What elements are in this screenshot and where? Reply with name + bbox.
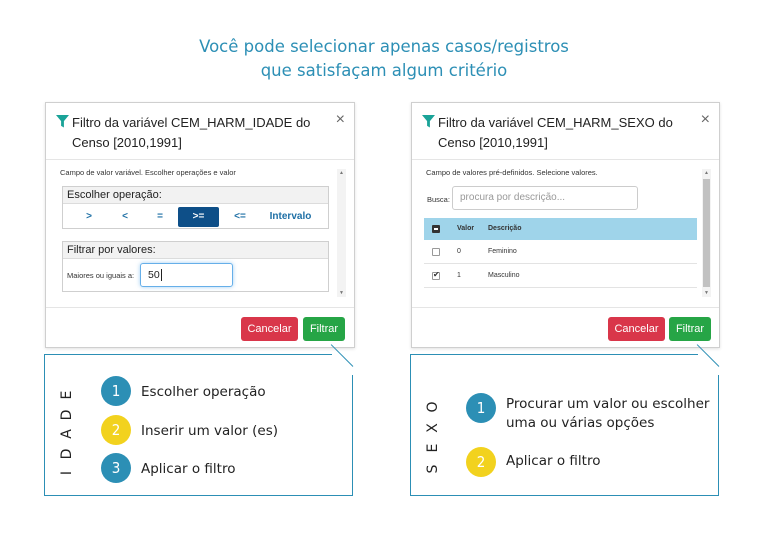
row-descricao: Masculino — [488, 272, 520, 279]
step-text-line-1: Procurar um valor ou escolher — [506, 396, 710, 412]
close-icon[interactable]: × — [336, 112, 345, 128]
headline-line-1: Você pode selecionar apenas casos/regist… — [199, 37, 569, 56]
side-label-letter: E — [59, 390, 75, 400]
op-less-equal-button[interactable]: <= — [226, 207, 254, 227]
op-interval-button[interactable]: Intervalo — [263, 207, 318, 227]
side-label-letter: E — [425, 443, 441, 453]
step-text-line-2: uma ou várias opções — [506, 415, 655, 431]
filter-button[interactable]: Filtrar — [669, 317, 711, 341]
dialog-title-text: Filtro da variável CEM_HARM_IDADE do Cen… — [72, 115, 311, 150]
column-header-valor: Valor — [457, 225, 475, 232]
search-label: Busca: — [427, 195, 450, 204]
scroll-up-icon[interactable]: ▲ — [702, 169, 711, 177]
step-number: 1 — [101, 376, 131, 406]
dialog-title: Filtro da variável CEM_HARM_SEXO do Cens… — [422, 113, 692, 153]
step-text: Aplicar o filtro — [141, 461, 236, 477]
side-label-letter: X — [425, 422, 441, 433]
dialog-title: Filtro da variável CEM_HARM_IDADE do Cen… — [56, 113, 326, 153]
dialog-hint: Campo de valor variável. Escolher operaç… — [60, 168, 236, 177]
scroll-down-icon[interactable]: ▼ — [702, 289, 711, 297]
dialog-hint: Campo de valores pré-definidos. Selecion… — [426, 168, 598, 177]
scroll-down-icon[interactable]: ▼ — [337, 289, 346, 297]
scroll-up-icon[interactable]: ▲ — [337, 169, 346, 177]
idade-filter-dialog: Filtro da variável CEM_HARM_IDADE do Cen… — [45, 102, 355, 348]
column-header-descricao: Descrição — [488, 225, 522, 232]
footer-divider — [46, 307, 354, 308]
scrollbar-thumb[interactable] — [703, 179, 710, 287]
close-icon[interactable]: × — [701, 112, 710, 128]
step-number: 3 — [101, 453, 131, 483]
step-text: Inserir um valor (es) — [141, 423, 279, 439]
value-input[interactable]: 50 — [140, 263, 233, 287]
scrollbar[interactable]: ▲ ▼ — [702, 169, 711, 297]
values-table: Valor Descrição 0 Feminino 1 Masculino — [424, 218, 697, 288]
sexo-filter-dialog: Filtro da variável CEM_HARM_SEXO do Cens… — [411, 102, 720, 348]
cancel-button[interactable]: Cancelar — [608, 317, 665, 341]
side-label-letter: D — [59, 448, 75, 459]
side-label-letter: D — [59, 409, 75, 420]
value-input-text: 50 — [148, 269, 160, 281]
idade-steps-callout: IDADE 1 Escolher operação 2 Inserir um v… — [44, 344, 354, 496]
step-text: Escolher operação — [141, 384, 266, 400]
dialog-body: Campo de valores pré-definidos. Selecion… — [424, 165, 698, 301]
step-number: 2 — [466, 447, 496, 477]
row-checkbox-checked[interactable] — [432, 270, 440, 280]
title-divider — [412, 159, 719, 160]
filter-funnel-icon — [56, 115, 69, 128]
step-number: 2 — [101, 415, 131, 445]
headline-line-2: que satisfaçam algum critério — [260, 61, 508, 80]
operation-buttons: > < = >= <= Intervalo — [63, 204, 328, 228]
row-descricao: Feminino — [488, 248, 517, 255]
row-valor: 1 — [457, 272, 461, 279]
sexo-steps-callout: S EXO 1 Procurar um valor ou escolher uma… — [410, 344, 720, 496]
table-header: Valor Descrição — [424, 218, 697, 240]
op-equal-button[interactable]: = — [148, 207, 172, 227]
operation-panel-header: Escolher operação: — [63, 187, 328, 204]
table-row[interactable]: 1 Masculino — [424, 264, 697, 288]
idade-side-label: IDADE — [47, 385, 87, 505]
dialog-body: Campo de valor variável. Escolher operaç… — [58, 165, 341, 301]
value-row: Maiores ou iguais a: 50 — [63, 259, 328, 291]
side-label-letter: S — [425, 464, 441, 473]
side-label-letter: O — [425, 401, 441, 413]
step-number: 1 — [466, 393, 496, 423]
dialog-title-text: Filtro da variável CEM_HARM_SEXO do Cens… — [438, 115, 673, 150]
side-label-letter: I — [59, 470, 75, 476]
cancel-button[interactable]: Cancelar — [241, 317, 298, 341]
side-label-letter: A — [59, 429, 75, 439]
value-label: Maiores ou iguais a: — [67, 271, 135, 280]
op-greater-button[interactable]: > — [77, 207, 101, 227]
scrollbar[interactable]: ▲ ▼ — [337, 169, 346, 297]
op-less-button[interactable]: < — [113, 207, 137, 227]
values-panel-header: Filtrar por valores: — [63, 242, 328, 259]
title-divider — [46, 159, 354, 160]
filter-funnel-icon — [422, 115, 435, 128]
footer-divider — [412, 307, 719, 308]
search-input[interactable]: procura por descrição... — [452, 186, 638, 210]
filter-button[interactable]: Filtrar — [303, 317, 345, 341]
sexo-side-label: S EXO — [413, 385, 453, 505]
select-all-checkbox[interactable] — [432, 225, 440, 233]
op-greater-equal-button[interactable]: >= — [178, 207, 219, 227]
table-row[interactable]: 0 Feminino — [424, 240, 697, 264]
row-checkbox[interactable] — [432, 248, 440, 256]
values-panel: Filtrar por valores: Maiores ou iguais a… — [62, 241, 329, 292]
operation-panel: Escolher operação: > < = >= <= Intervalo — [62, 186, 329, 229]
row-valor: 0 — [457, 248, 461, 255]
step-text: Aplicar o filtro — [506, 453, 601, 469]
